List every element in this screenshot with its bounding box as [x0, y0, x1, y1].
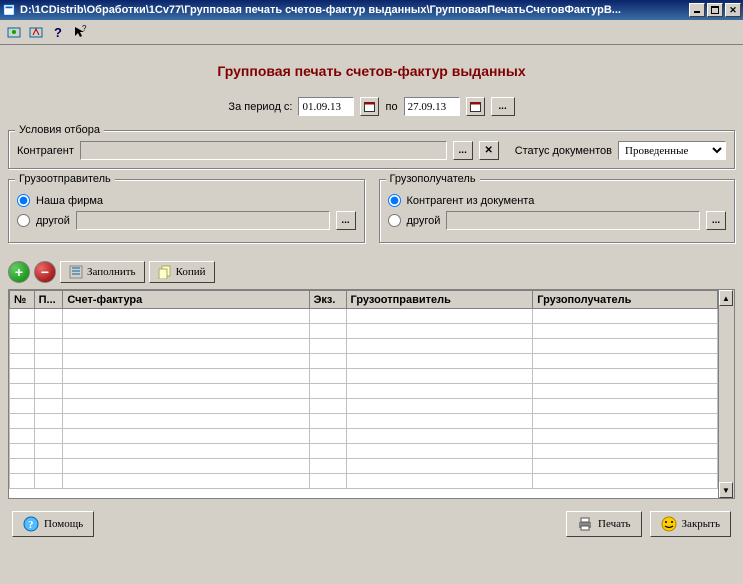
consignor-other-pick-button[interactable]: ...	[336, 211, 356, 230]
consignee-fromdoc-label: Контрагент из документа	[407, 195, 535, 207]
table-row[interactable]	[10, 414, 718, 429]
window-titlebar: D:\1CDistrib\Обработки\1Cv77\Групповая п…	[0, 0, 743, 20]
window-title: D:\1CDistrib\Обработки\1Cv77\Групповая п…	[20, 4, 689, 16]
consignor-other-input[interactable]	[76, 211, 330, 230]
status-label: Статус документов	[515, 145, 612, 157]
table-header[interactable]: П...	[34, 291, 63, 309]
toolbar: ? ?	[0, 20, 743, 45]
vertical-scrollbar[interactable]: ▲ ▼	[718, 290, 734, 498]
consignee-other-radio[interactable]	[388, 214, 401, 227]
consignor-other-label: другой	[36, 215, 70, 227]
close-button[interactable]: ✕	[725, 3, 741, 17]
printer-icon	[577, 516, 593, 532]
data-table: №П...Счет-фактураЭкз.ГрузоотправительГру…	[8, 289, 735, 499]
table-row[interactable]	[10, 339, 718, 354]
table-header[interactable]: Грузоотправитель	[346, 291, 533, 309]
table-row[interactable]	[10, 444, 718, 459]
filter-group: Условия отбора Контрагент ... ✕ Статус д…	[8, 130, 735, 169]
table-row[interactable]	[10, 459, 718, 474]
period-from-label: За период с:	[228, 101, 292, 113]
add-row-button[interactable]: +	[8, 261, 30, 283]
minimize-button[interactable]	[689, 3, 705, 17]
remove-row-button[interactable]: −	[34, 261, 56, 283]
table-row[interactable]	[10, 429, 718, 444]
consignee-group-title: Грузополучатель	[386, 173, 480, 185]
table-row[interactable]	[10, 309, 718, 324]
copies-button[interactable]: Копий	[149, 261, 215, 283]
table-header[interactable]: Грузополучатель	[533, 291, 718, 309]
app-icon	[2, 3, 16, 17]
consignee-group: Грузополучатель Контрагент из документа …	[379, 179, 736, 243]
fill-button[interactable]: Заполнить	[60, 261, 145, 283]
period-to-label: по	[385, 101, 397, 113]
toolbar-icon-2[interactable]	[28, 24, 44, 40]
print-button[interactable]: Печать	[566, 511, 642, 537]
date-to-input[interactable]	[404, 97, 460, 116]
pointer-help-icon[interactable]: ?	[72, 24, 88, 40]
copies-icon	[158, 265, 172, 279]
toolbar-icon-1[interactable]	[6, 24, 22, 40]
smiley-icon	[661, 516, 677, 532]
consignor-group-title: Грузоотправитель	[15, 173, 115, 185]
table-header[interactable]: Экз.	[309, 291, 346, 309]
close-button-footer[interactable]: Закрыть	[650, 511, 731, 537]
table-row[interactable]	[10, 354, 718, 369]
filter-group-title: Условия отбора	[15, 124, 104, 136]
scroll-up-button[interactable]: ▲	[719, 290, 733, 306]
table-row[interactable]	[10, 399, 718, 414]
svg-text:?: ?	[54, 25, 62, 39]
period-ellipsis-button[interactable]: ...	[491, 97, 515, 116]
consignee-other-label: другой	[407, 215, 441, 227]
svg-text:?: ?	[28, 519, 34, 531]
page-title: Групповая печать счетов-фактур выданных	[8, 63, 735, 79]
table-row[interactable]	[10, 324, 718, 339]
consignor-other-radio[interactable]	[17, 214, 30, 227]
consignee-fromdoc-radio[interactable]	[388, 194, 401, 207]
maximize-button[interactable]	[707, 3, 723, 17]
help-circle-icon: ?	[23, 516, 39, 532]
table-header[interactable]: Счет-фактура	[63, 291, 309, 309]
svg-text:?: ?	[82, 25, 87, 33]
period-row: За период с: по ...	[8, 97, 735, 116]
calendar-to-button[interactable]	[466, 97, 485, 116]
table-header[interactable]: №	[10, 291, 35, 309]
calendar-from-button[interactable]	[360, 97, 379, 116]
contractor-input[interactable]	[80, 141, 447, 160]
consignor-our-radio[interactable]	[17, 194, 30, 207]
fill-icon	[69, 265, 83, 279]
contractor-pick-button[interactable]: ...	[453, 141, 473, 160]
scroll-down-button[interactable]: ▼	[719, 482, 733, 498]
table-row[interactable]	[10, 474, 718, 489]
help-icon[interactable]: ?	[50, 24, 66, 40]
contractor-label: Контрагент	[17, 145, 74, 157]
date-from-input[interactable]	[298, 97, 354, 116]
consignee-other-pick-button[interactable]: ...	[706, 211, 726, 230]
table-row[interactable]	[10, 369, 718, 384]
help-button[interactable]: ? Помощь	[12, 511, 94, 537]
action-row: + − Заполнить Копий	[8, 261, 735, 283]
consignee-other-input[interactable]	[446, 211, 700, 230]
status-select[interactable]: Проведенные	[618, 141, 726, 160]
contractor-clear-button[interactable]: ✕	[479, 141, 499, 160]
consignor-group: Грузоотправитель Наша фирма другой ...	[8, 179, 365, 243]
consignor-our-label: Наша фирма	[36, 195, 103, 207]
table-row[interactable]	[10, 384, 718, 399]
